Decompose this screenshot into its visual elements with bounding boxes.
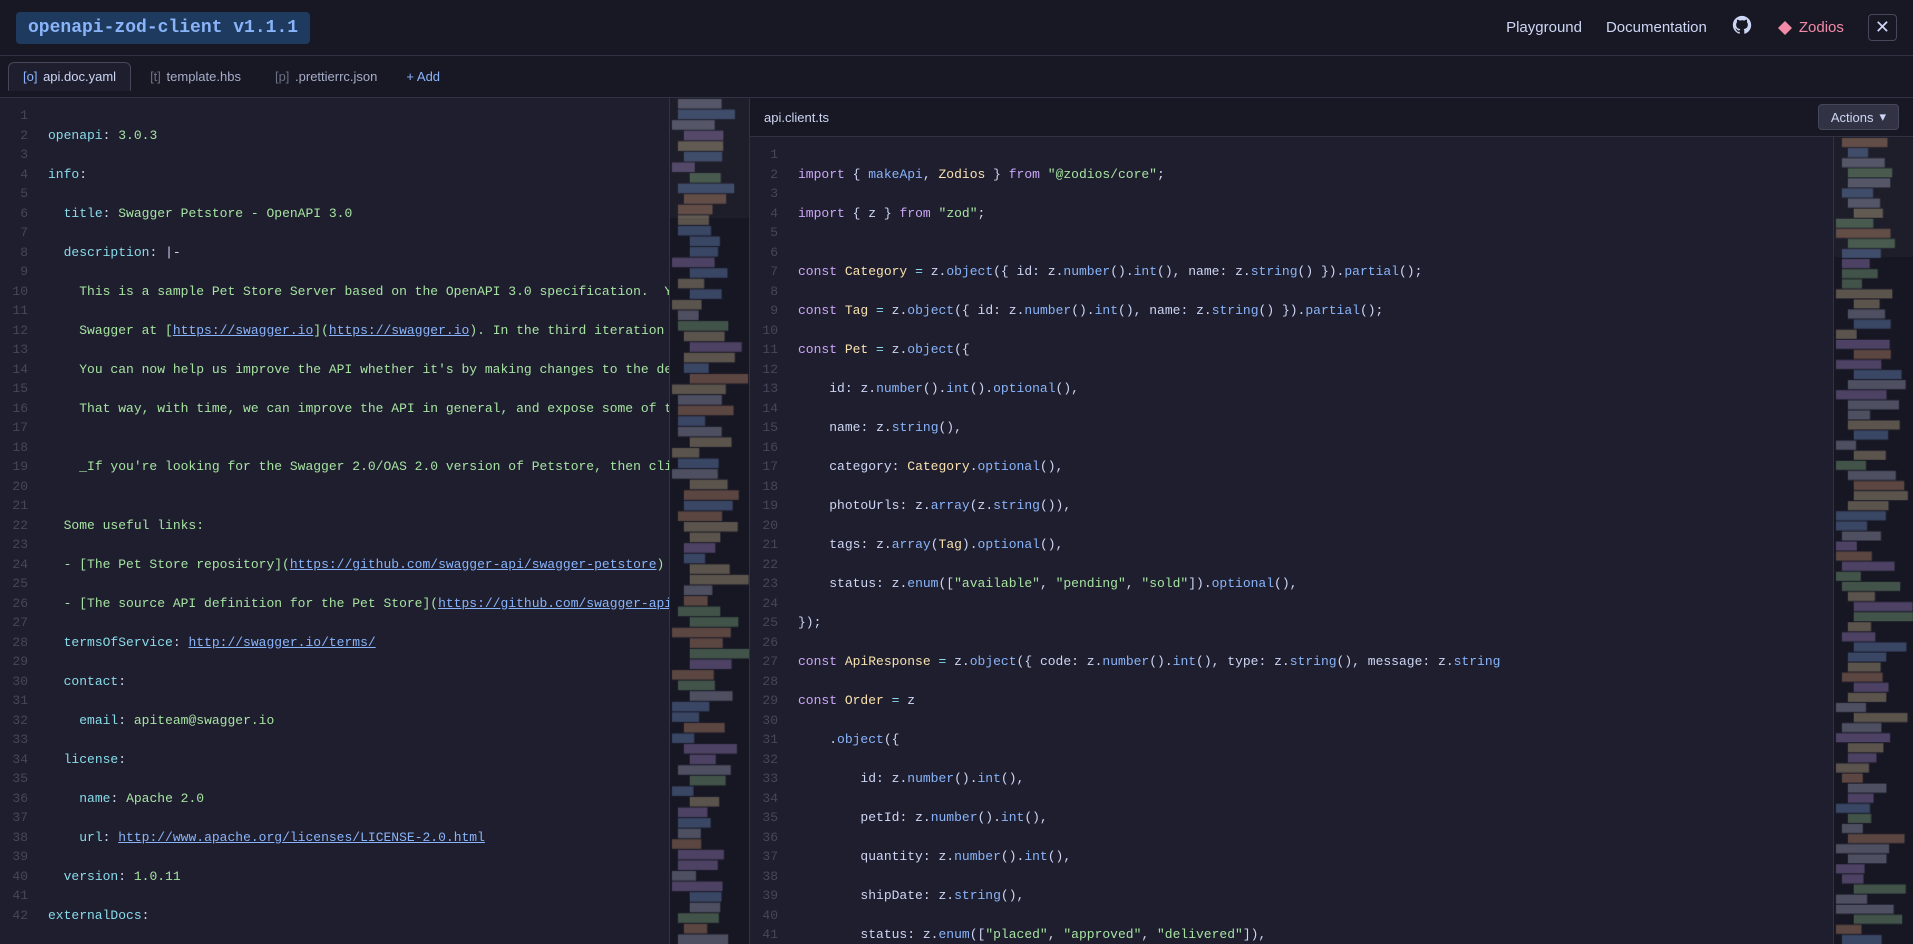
nav-zodios[interactable]: Zodios: [1777, 19, 1844, 36]
left-code-content: openapi: 3.0.3 info: title: Swagger Pets…: [36, 98, 669, 944]
settings-icon[interactable]: ✕: [1868, 14, 1897, 41]
right-panel-header: api.client.ts Actions ▾: [750, 98, 1913, 137]
right-code-content: import { makeApi, Zodios } from "@zodios…: [786, 137, 1833, 944]
tab-template-hbs[interactable]: [t] template.hbs: [135, 62, 256, 91]
right-panel-filename: api.client.ts: [764, 110, 829, 125]
nav-playground[interactable]: Playground: [1506, 19, 1582, 36]
right-code-editor[interactable]: 12345 678910 1112131415 1617181920 21222…: [750, 137, 1913, 944]
right-minimap[interactable]: [1833, 137, 1913, 944]
left-line-numbers: 12345 678910 1112131415 1617181920 21222…: [0, 98, 36, 944]
github-icon[interactable]: [1731, 14, 1753, 42]
actions-button[interactable]: Actions ▾: [1818, 104, 1899, 130]
header: openapi-zod-client v1.1.1 Playground Doc…: [0, 0, 1913, 56]
actions-label: Actions: [1831, 110, 1874, 125]
tab-bar: [o] api.doc.yaml [t] template.hbs [p] .p…: [0, 56, 1913, 98]
chevron-down-icon: ▾: [1879, 109, 1886, 125]
main-content: 12345 678910 1112131415 1617181920 21222…: [0, 98, 1913, 944]
left-code-editor[interactable]: 12345 678910 1112131415 1617181920 21222…: [0, 98, 749, 944]
app-container: openapi-zod-client v1.1.1 Playground Doc…: [0, 0, 1913, 944]
logo: openapi-zod-client v1.1.1: [16, 12, 310, 44]
left-minimap[interactable]: [669, 98, 749, 944]
nav-links: Playground Documentation Zodios ✕: [1506, 14, 1897, 42]
tab-prettierrc-json[interactable]: [p] .prettierrc.json: [260, 62, 392, 91]
right-panel: api.client.ts Actions ▾ 12345 678910 111…: [750, 98, 1913, 944]
add-tab-button[interactable]: + Add: [396, 65, 450, 88]
tab-api-doc-yaml[interactable]: [o] api.doc.yaml: [8, 62, 131, 91]
left-panel: 12345 678910 1112131415 1617181920 21222…: [0, 98, 750, 944]
right-line-numbers: 12345 678910 1112131415 1617181920 21222…: [750, 137, 786, 944]
nav-documentation[interactable]: Documentation: [1606, 19, 1707, 36]
